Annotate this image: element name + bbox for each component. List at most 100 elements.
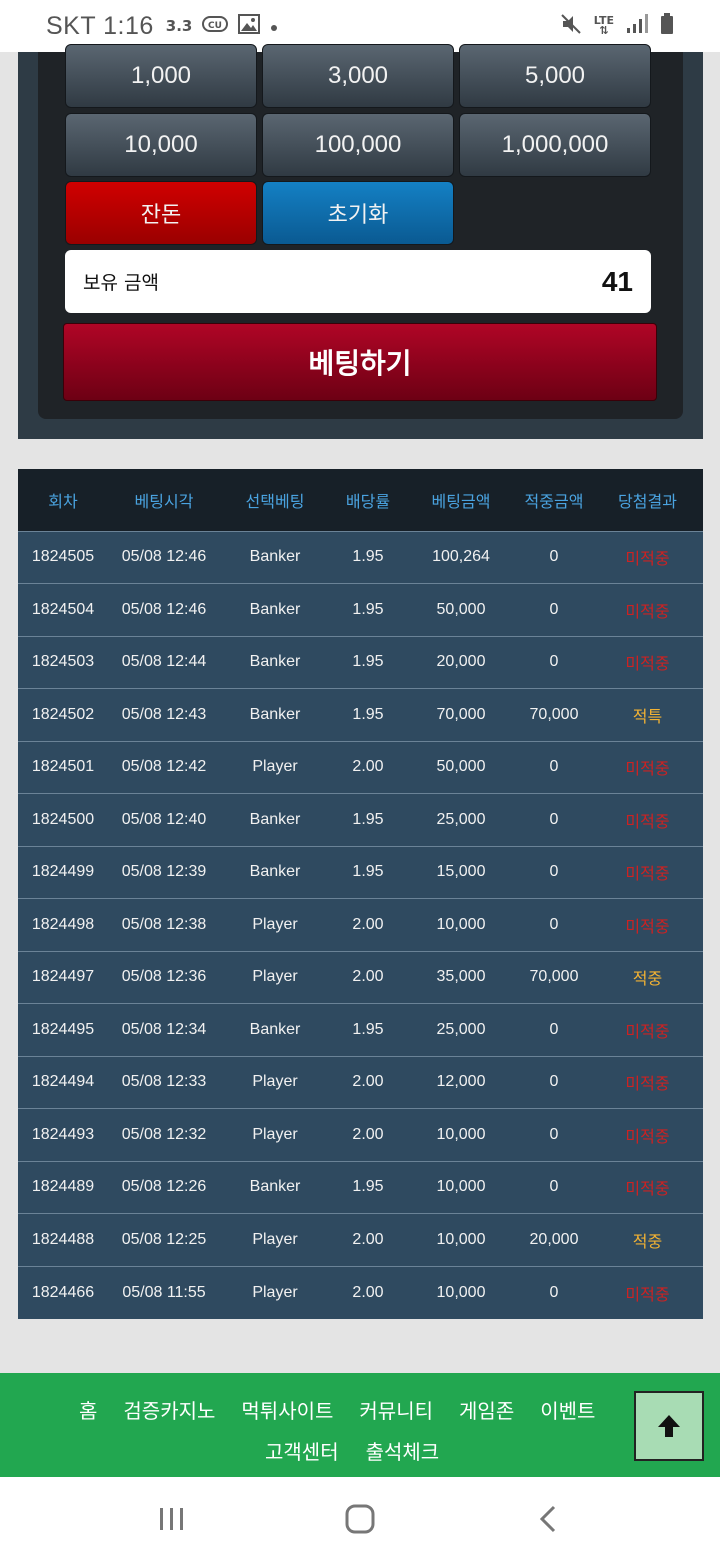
cell-odds: 1.95 [330, 1160, 406, 1214]
cell-selection: Banker [220, 845, 330, 899]
cell-bet-time: 05/08 12:43 [108, 688, 220, 741]
battery-icon [660, 13, 674, 39]
mute-icon [560, 13, 582, 39]
cell-result: 미적중 [592, 635, 703, 689]
cell-result: 적중 [592, 1213, 703, 1266]
scroll-top-button[interactable] [634, 1391, 704, 1461]
cell-selection: Player [220, 1055, 330, 1109]
cell-selection: Banker [220, 688, 330, 741]
cell-bet-time: 05/08 12:46 [108, 583, 220, 636]
footer-link[interactable]: 게임존 [459, 1395, 514, 1424]
cell-win-amount: 70,000 [516, 950, 592, 1004]
cell-odds: 1.95 [330, 530, 406, 584]
cell-round: 1824494 [18, 1055, 108, 1109]
cell-win-amount: 0 [516, 1055, 592, 1109]
cell-selection: Player [220, 898, 330, 951]
recents-icon [160, 1508, 183, 1530]
footer-nav: 홈 검증카지노 먹튀사이트 커뮤니티 게임존 이벤트 고객센터 출석체크 [0, 1373, 720, 1477]
cell-result: 미적중 [592, 583, 703, 636]
reset-button[interactable]: 초기화 [262, 181, 454, 245]
cell-win-amount: 20,000 [516, 1213, 592, 1266]
chip-1000000[interactable]: 1,000,000 [459, 113, 651, 177]
chip-5000[interactable]: 5,000 [459, 44, 651, 108]
cell-odds: 1.95 [330, 583, 406, 636]
arrow-up-icon [658, 1415, 680, 1437]
cell-bet-time: 05/08 12:32 [108, 1108, 220, 1161]
footer-link[interactable]: 커뮤니티 [359, 1395, 433, 1424]
back-icon [539, 1505, 556, 1533]
cell-result: 미적중 [592, 530, 703, 584]
cell-bet-time: 05/08 11:55 [108, 1265, 220, 1319]
change-button[interactable]: 잔돈 [65, 181, 257, 245]
cell-win-amount: 0 [516, 793, 592, 846]
bet-button[interactable]: 베팅하기 [63, 323, 657, 401]
footer-link[interactable]: 출석체크 [366, 1436, 440, 1465]
footer-row-2: 고객센터 출석체크 [265, 1436, 439, 1465]
cell-bet-amount: 25,000 [406, 1003, 516, 1056]
cell-bet-time: 05/08 12:40 [108, 793, 220, 846]
cell-win-amount: 0 [516, 1003, 592, 1056]
col-odds: 배당률 [330, 469, 406, 531]
table-row: 1824503 05/08 12:44 Banker 1.95 20,000 0 미적중 [18, 635, 703, 689]
footer-link[interactable]: 고객센터 [265, 1436, 339, 1465]
cell-odds: 1.95 [330, 688, 406, 741]
cell-bet-amount: 20,000 [406, 635, 516, 689]
recents-button[interactable] [150, 1497, 194, 1541]
home-button[interactable] [338, 1497, 382, 1541]
cell-odds: 2.00 [330, 898, 406, 951]
cell-bet-time: 05/08 12:38 [108, 898, 220, 951]
table-header-row: 회차 베팅시각 선택베팅 배당률 베팅금액 적중금액 당첨결과 [18, 469, 703, 531]
back-button[interactable] [526, 1497, 570, 1541]
table-row: 1824498 05/08 12:38 Player 2.00 10,000 0 미적중 [18, 898, 703, 951]
lte-icon: LTE ⇅ [593, 14, 614, 37]
home-icon [345, 1504, 375, 1534]
footer-link[interactable]: 검증카지노 [123, 1395, 215, 1424]
cell-selection: Banker [220, 1160, 330, 1214]
cell-bet-time: 05/08 12:25 [108, 1213, 220, 1266]
cell-round: 1824497 [18, 950, 108, 1004]
cell-bet-amount: 25,000 [406, 793, 516, 846]
cell-odds: 2.00 [330, 1213, 406, 1266]
cell-round: 1824493 [18, 1108, 108, 1161]
cell-selection: Banker [220, 583, 330, 636]
lte-label: LTE [593, 14, 614, 27]
cell-result: 미적중 [592, 1160, 703, 1214]
cell-result: 미적중 [592, 1108, 703, 1161]
col-win-amount: 적중금액 [516, 469, 592, 531]
cell-selection: Player [220, 1108, 330, 1161]
cell-result: 미적중 [592, 1003, 703, 1056]
bet-history-table: 회차 베팅시각 선택베팅 배당률 베팅금액 적중금액 당첨결과 1824505 0… [18, 469, 703, 1319]
table-body: 1824505 05/08 12:46 Banker 1.95 100,264 0 미적중 1… [18, 530, 703, 1319]
cell-bet-amount: 10,000 [406, 1108, 516, 1161]
chip-100000[interactable]: 100,000 [262, 113, 454, 177]
cell-result: 미적중 [592, 1055, 703, 1109]
cell-round: 1824488 [18, 1213, 108, 1266]
footer-link[interactable]: 이벤트 [540, 1395, 595, 1424]
table-row: 1824505 05/08 12:46 Banker 1.95 100,264 0 미적중 [18, 530, 703, 584]
col-result: 당첨결과 [592, 469, 703, 531]
cell-result: 미적중 [592, 1265, 703, 1319]
carrier-time: SKT 1:16 [46, 11, 154, 40]
cell-win-amount: 0 [516, 898, 592, 951]
table-row: 1824504 05/08 12:46 Banker 1.95 50,000 0 미적중 [18, 583, 703, 636]
table-row: 1824497 05/08 12:36 Player 2.00 35,000 70,000… [18, 950, 703, 1004]
cell-selection: Banker [220, 635, 330, 689]
cell-odds: 2.00 [330, 1265, 406, 1319]
table-row: 1824488 05/08 12:25 Player 2.00 10,000 20,000… [18, 1213, 703, 1266]
footer-link[interactable]: 먹튀사이트 [241, 1395, 333, 1424]
cell-selection: Player [220, 740, 330, 794]
balance-box: 보유 금액 41 [65, 250, 651, 313]
col-selection: 선택베팅 [220, 469, 330, 531]
cell-result: 미적중 [592, 845, 703, 899]
chip-3000[interactable]: 3,000 [262, 44, 454, 108]
chip-1000[interactable]: 1,000 [65, 44, 257, 108]
cell-win-amount: 0 [516, 530, 592, 584]
cell-win-amount: 0 [516, 1265, 592, 1319]
chip-10000[interactable]: 10,000 [65, 113, 257, 177]
cell-bet-amount: 70,000 [406, 688, 516, 741]
cell-win-amount: 0 [516, 635, 592, 689]
cell-selection: Banker [220, 530, 330, 584]
cell-round: 1824498 [18, 898, 108, 951]
cell-bet-amount: 15,000 [406, 845, 516, 899]
footer-link[interactable]: 홈 [79, 1395, 97, 1424]
